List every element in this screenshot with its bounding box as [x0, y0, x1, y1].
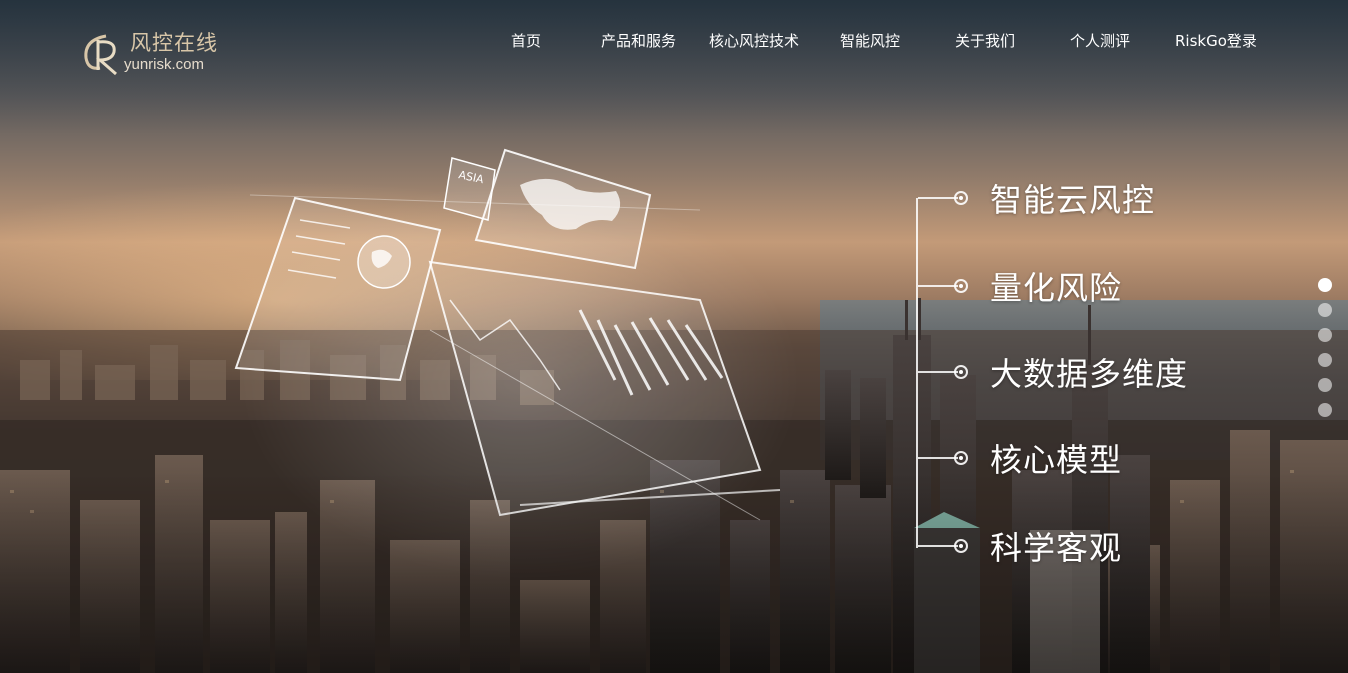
feature-item: 大数据多维度: [914, 352, 1189, 393]
feature-item: 智能云风控: [914, 178, 1156, 219]
slide-dot-6[interactable]: [1318, 403, 1332, 417]
feature-label: 科学客观: [990, 529, 1123, 567]
nav-item-about[interactable]: 关于我们: [955, 30, 1015, 52]
slide-dot-5[interactable]: [1318, 378, 1332, 392]
slide-dot-3[interactable]: [1318, 328, 1332, 342]
feature-label: 大数据多维度: [990, 355, 1189, 393]
logo-domain: yunrisk.com: [124, 56, 205, 73]
feature-item: 量化风险: [914, 266, 1123, 307]
slide-dot-1[interactable]: [1318, 278, 1332, 292]
feature-list: 智能云风控 量化风险 大数据多维度 核心模型 科学客观: [914, 178, 1244, 578]
feature-label: 智能云风控: [990, 181, 1156, 219]
feature-branch: [918, 457, 958, 459]
nav-item-home[interactable]: 首页: [511, 30, 541, 52]
feature-branch: [918, 545, 958, 547]
nav-item-products[interactable]: 产品和服务: [601, 30, 676, 52]
slide-dot-2[interactable]: [1318, 303, 1332, 317]
feature-label: 量化风险: [990, 269, 1123, 307]
feature-label: 核心模型: [990, 441, 1123, 479]
feature-bullet-icon: [954, 279, 968, 293]
main-nav: 首页 产品和服务 核心风控技术 智能风控 关于我们 个人测评 RiskGo登录: [0, 30, 1348, 52]
slide-pagination: [1318, 278, 1334, 428]
feature-branch: [918, 197, 958, 199]
feature-branch: [918, 285, 958, 287]
nav-item-riskgo-login[interactable]: RiskGo登录: [1175, 30, 1257, 52]
feature-item: 科学客观: [914, 526, 1123, 567]
feature-item: 核心模型: [914, 438, 1123, 479]
nav-item-smart-risk[interactable]: 智能风控: [840, 30, 900, 52]
feature-branch: [918, 371, 958, 373]
feature-bullet-icon: [954, 191, 968, 205]
nav-item-assessment[interactable]: 个人测评: [1070, 30, 1130, 52]
feature-bullet-icon: [954, 365, 968, 379]
feature-bullet-icon: [954, 539, 968, 553]
slide-dot-4[interactable]: [1318, 353, 1332, 367]
nav-item-core-tech[interactable]: 核心风控技术: [709, 30, 799, 52]
feature-bullet-icon: [954, 451, 968, 465]
